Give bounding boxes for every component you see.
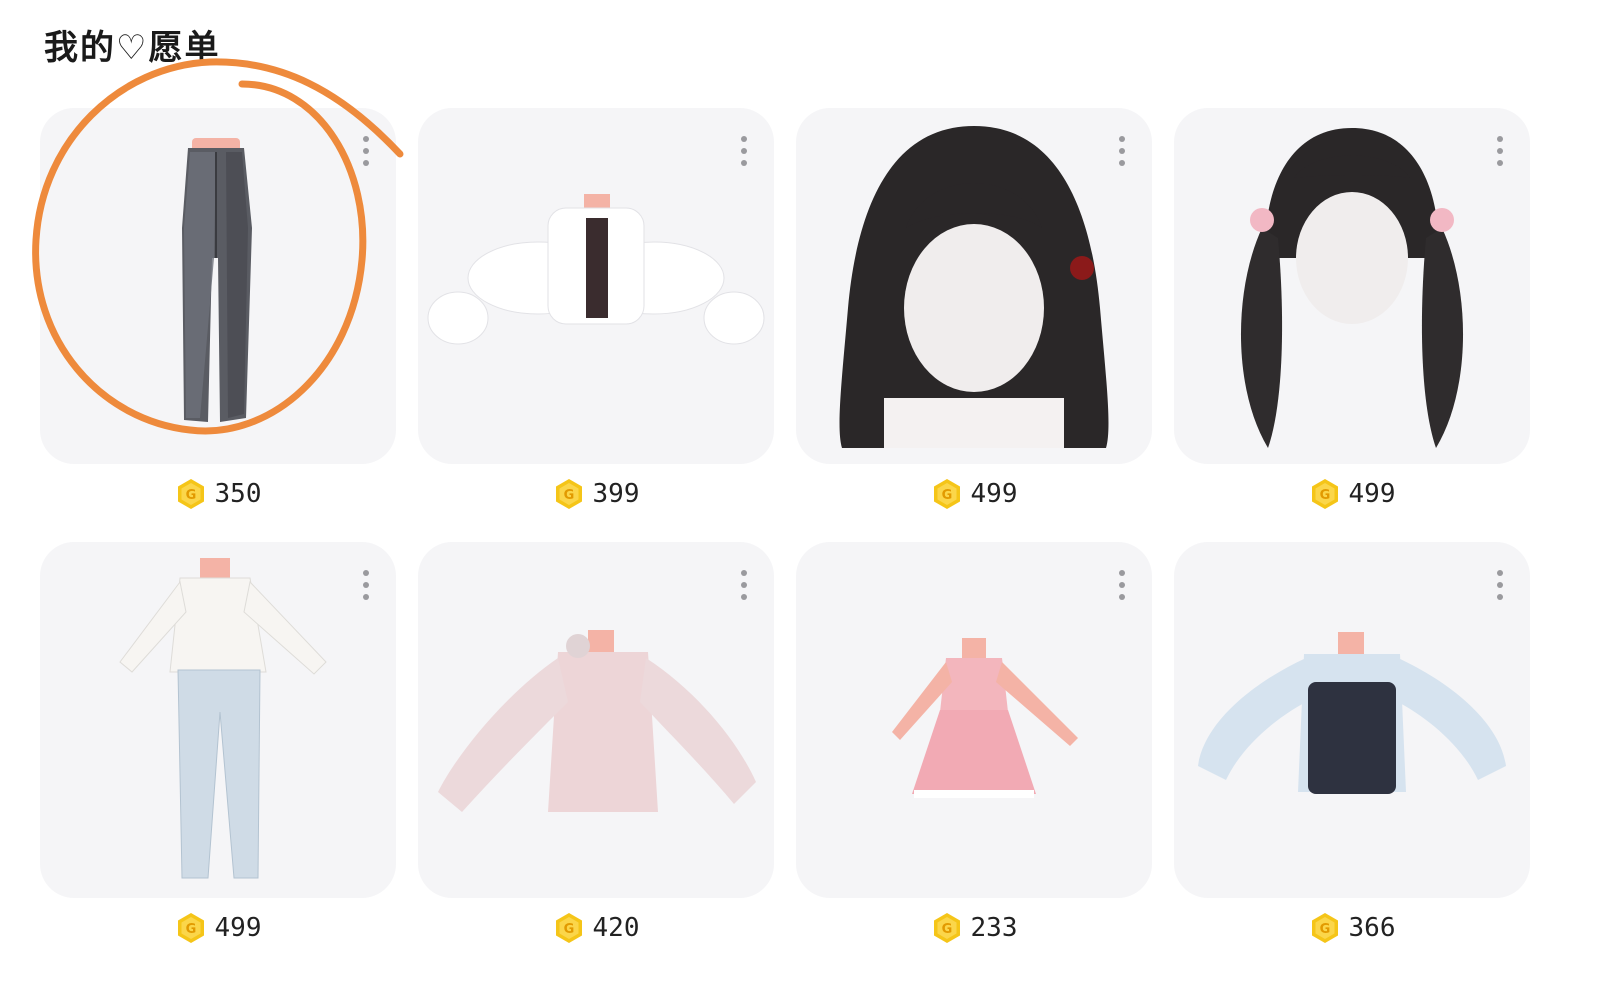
svg-text:G: G (185, 922, 196, 937)
more-options-icon[interactable] (1496, 570, 1504, 604)
more-options-icon[interactable] (740, 570, 748, 604)
price-value: 233 (970, 913, 1018, 943)
price-row: G 350 (40, 474, 396, 514)
svg-text:G: G (563, 488, 574, 503)
price-value: 420 (592, 913, 640, 943)
coin-icon: G (555, 913, 582, 943)
long-hair-image (839, 126, 1109, 448)
more-options-icon[interactable] (1496, 136, 1504, 170)
price-row: G 420 (418, 908, 774, 948)
price-row: G 233 (796, 908, 1152, 948)
svg-text:G: G (185, 488, 196, 503)
wishlist-item-card[interactable] (1174, 542, 1530, 898)
wishlist-item-card[interactable] (418, 542, 774, 898)
outfit-image (119, 558, 327, 879)
more-options-icon[interactable] (1118, 136, 1126, 170)
wishlist-grid: G 350 G 399 G 499 G 499 G 499 G 420 G 23… (0, 0, 1600, 983)
more-options-icon[interactable] (362, 136, 370, 170)
coin-icon: G (933, 913, 960, 943)
more-options-icon[interactable] (1118, 570, 1126, 604)
price-row: G 366 (1174, 908, 1530, 948)
price-value: 499 (214, 913, 262, 943)
wishlist-item-card[interactable] (418, 108, 774, 464)
wishlist-item-card[interactable] (1174, 108, 1530, 464)
svg-text:G: G (941, 488, 952, 503)
price-row: G 499 (1174, 474, 1530, 514)
jeans-image (182, 138, 252, 422)
twin-tail-hair-image (1240, 128, 1464, 448)
more-options-icon[interactable] (740, 136, 748, 170)
price-value: 499 (970, 479, 1018, 509)
wishlist-item-card[interactable] (796, 108, 1152, 464)
price-value: 499 (1348, 479, 1396, 509)
wishlist-item-card[interactable] (796, 542, 1152, 898)
dress-image (892, 638, 1078, 798)
price-row: G 499 (40, 908, 396, 948)
svg-text:G: G (941, 922, 952, 937)
coin-icon: G (933, 479, 960, 509)
coin-icon: G (177, 479, 204, 509)
more-options-icon[interactable] (362, 570, 370, 604)
price-value: 366 (1348, 913, 1396, 943)
wishlist-item-card[interactable] (40, 542, 396, 898)
price-value: 350 (214, 479, 262, 509)
coin-icon: G (1311, 479, 1338, 509)
svg-text:G: G (563, 922, 574, 937)
coin-icon: G (555, 479, 582, 509)
wishlist-item-card[interactable] (40, 108, 396, 464)
svg-text:G: G (1319, 488, 1330, 503)
price-row: G 399 (418, 474, 774, 514)
coin-icon: G (1311, 913, 1338, 943)
svg-text:G: G (1319, 922, 1330, 937)
price-value: 399 (592, 479, 640, 509)
price-row: G 499 (796, 474, 1152, 514)
sweater-image (438, 630, 756, 812)
coin-icon: G (177, 913, 204, 943)
jacket-image (427, 194, 765, 345)
shirt-image (1198, 632, 1506, 794)
